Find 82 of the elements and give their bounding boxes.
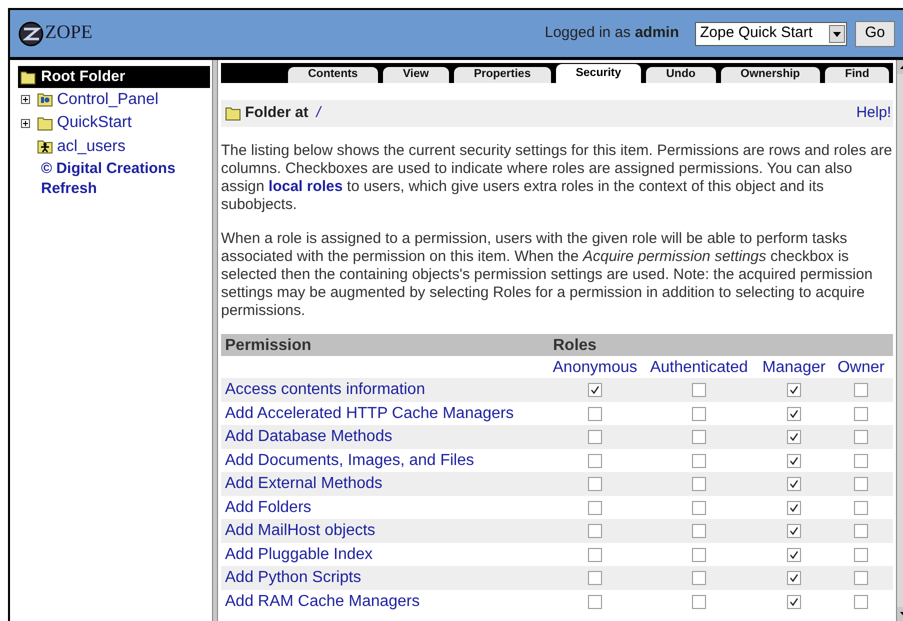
permission-checkbox[interactable] [787,500,801,514]
folder-icon [20,70,36,84]
refresh-link[interactable]: Refresh [41,178,97,198]
login-status: Logged in as admin [544,23,679,44]
permission-checkbox[interactable] [588,524,602,538]
permission-checkbox[interactable] [692,594,706,608]
tab[interactable]: View [382,67,449,83]
permission-link[interactable]: Add Accelerated HTTP Cache Managers [225,402,514,426]
credit-link[interactable]: © Digital Creations [41,158,212,178]
permission-checkbox[interactable] [692,524,706,538]
folder-label: Folder at [245,103,308,124]
logo-text: ZOPE [45,21,92,46]
role-heading: Manager [762,358,826,378]
permission-checkbox[interactable] [787,594,801,608]
root-folder-item[interactable]: Root Folder [18,66,210,88]
tab[interactable]: Ownership [720,67,820,83]
permission-checkbox[interactable] [787,477,801,491]
permission-link[interactable]: Add RAM Cache Managers [225,590,420,614]
permission-checkbox[interactable] [854,594,868,608]
permission-checkbox[interactable] [854,383,868,397]
permission-checkbox[interactable] [854,500,868,514]
tab[interactable]: Security [556,64,642,83]
expand-icon[interactable] [21,118,30,128]
user-folder-icon [37,139,53,154]
tab[interactable]: Undo [646,67,716,83]
go-button[interactable]: Go [855,20,895,46]
role-heading: Anonymous [552,358,638,378]
permission-heading: Permission [225,336,312,356]
expand-icon[interactable] [21,95,30,104]
permission-checkbox[interactable] [588,430,602,444]
intro-paragraph: The listing below shows the current security settings for this item. Permissions are rows and roles are columns. Checkboxes are used to indicate where roles are assigned permissions. You can also assign local roles to users, which give users extra roles in the context of this object and its subobjects. [221,142,894,214]
permission-checkbox[interactable] [854,454,868,468]
permission-checkbox[interactable] [588,477,602,491]
permission-checkbox[interactable] [787,383,801,397]
permission-checkbox[interactable] [588,383,602,397]
local-roles-link[interactable]: local roles [268,178,343,195]
permission-link[interactable]: Add Pluggable Index [225,542,373,566]
permission-checkbox[interactable] [854,548,868,562]
permission-checkbox[interactable] [787,548,801,562]
permission-checkbox[interactable] [692,571,706,585]
permission-link[interactable]: Add Documents, Images, and Files [225,448,474,472]
permission-checkbox[interactable] [854,406,868,420]
logo-icon [18,20,44,46]
permission-checkbox[interactable] [787,430,801,444]
permission-checkbox[interactable] [692,500,706,514]
permission-checkbox[interactable] [692,383,706,397]
permission-checkbox[interactable] [588,500,602,514]
permission-checkbox[interactable] [787,454,801,468]
tree-item[interactable]: Control_Panel [57,88,158,112]
tab[interactable]: Properties [454,67,551,83]
help-link[interactable]: Help! [856,102,892,125]
permission-checkbox[interactable] [787,406,801,420]
view-select[interactable]: Zope Quick Start [695,22,847,46]
permission-checkbox[interactable] [588,454,602,468]
folder-icon [225,106,241,121]
permission-checkbox[interactable] [588,548,602,562]
permission-checkbox[interactable] [787,571,801,585]
permission-link[interactable]: Add Folders [225,496,312,520]
permission-checkbox[interactable] [692,430,706,444]
permission-checkbox[interactable] [588,571,602,585]
permission-checkbox[interactable] [692,548,706,562]
permission-checkbox[interactable] [854,477,868,491]
permission-checkbox[interactable] [692,406,706,420]
tree-item[interactable]: acl_users [57,134,126,159]
permission-checkbox[interactable] [854,571,868,585]
permission-checkbox[interactable] [588,406,602,420]
permission-checkbox[interactable] [854,430,868,444]
permission-checkbox[interactable] [588,594,602,608]
permission-checkbox[interactable] [692,454,706,468]
permission-checkbox[interactable] [787,524,801,538]
role-heading: Authenticated [650,358,748,378]
note-paragraph: When a role is assigned to a permission, users with the given role will be able to perform tasks associated with the permission on this item. When the Acquire permission settings checkbox is selected then the containing objects's permission settings are used. Note: the acquired permission settings may be augmented by selecting Roles for a permission in addition to selecting to acquire permissions. [221,230,874,320]
path-link[interactable]: / [316,102,321,125]
folder-icon [37,116,53,131]
tree-item[interactable]: QuickStart [57,111,132,136]
tab[interactable]: Find [824,67,890,83]
control-panel-icon [37,92,53,108]
tab[interactable]: Contents [288,67,378,83]
roles-heading: Roles [553,336,597,356]
permission-checkbox[interactable] [692,477,706,491]
role-heading: Owner [837,358,885,378]
permission-checkbox[interactable] [854,524,868,538]
